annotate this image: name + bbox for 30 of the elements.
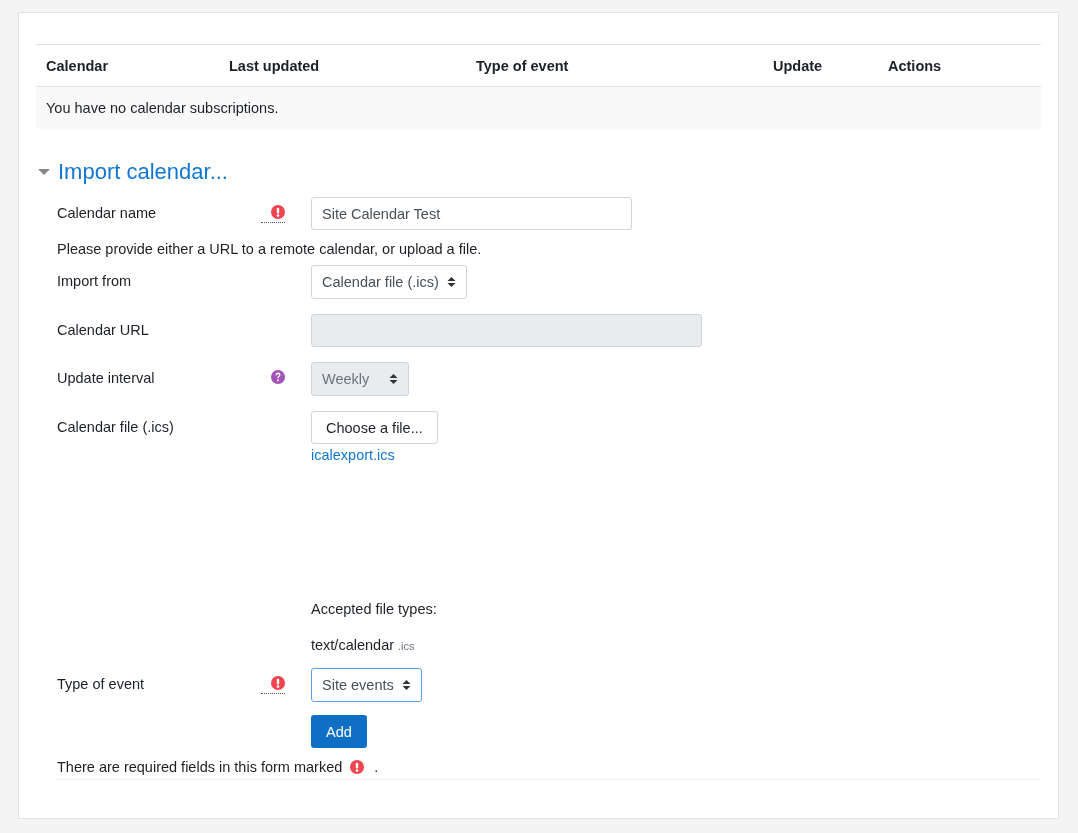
- column-header: Calendar: [45, 57, 110, 74]
- empty-message: You have no calendar subscriptions.: [46, 100, 279, 116]
- field-label: Import from: [57, 273, 132, 289]
- file-link[interactable]: icalexport.ics: [311, 447, 438, 463]
- triangle-icon: [38, 166, 50, 178]
- column-header: Actions: [887, 57, 942, 74]
- field-label: Calendar name: [57, 205, 157, 221]
- instruction-text: Please provide either a URL to a remote calendar, or upload a file.: [57, 241, 483, 257]
- name-field[interactable]: Site Calendar Test: [311, 197, 632, 230]
- column-header: Last updated: [228, 57, 321, 74]
- required-note-text: There are required fields in this form marked: [57, 759, 343, 775]
- file-type-text: text/calendar: [311, 637, 395, 653]
- field-label: Calendar URL: [57, 322, 149, 338]
- choose-file-button[interactable]: Choose a file...: [311, 411, 438, 444]
- select-field[interactable]: Site events: [311, 668, 422, 702]
- section-toggle[interactable]: Import calendar...: [36, 159, 228, 185]
- column-header: Type of event: [475, 57, 570, 74]
- add-button[interactable]: Add: [311, 715, 367, 748]
- field-label: Update interval: [57, 370, 155, 386]
- required-icon: [350, 760, 365, 774]
- column-header: Update: [772, 57, 824, 74]
- field-label: Calendar file (.ics): [57, 419, 174, 435]
- caret-icon: [401, 679, 411, 691]
- file-extension: .ics: [398, 640, 415, 652]
- field-label: Type of event: [57, 676, 145, 692]
- caret-icon: [446, 276, 456, 288]
- note-period: .: [374, 759, 379, 775]
- select-field[interactable]: Calendar file (.ics): [311, 265, 467, 299]
- accepted-types-label: Accepted file types:: [311, 601, 438, 617]
- caret-icon: [389, 373, 399, 385]
